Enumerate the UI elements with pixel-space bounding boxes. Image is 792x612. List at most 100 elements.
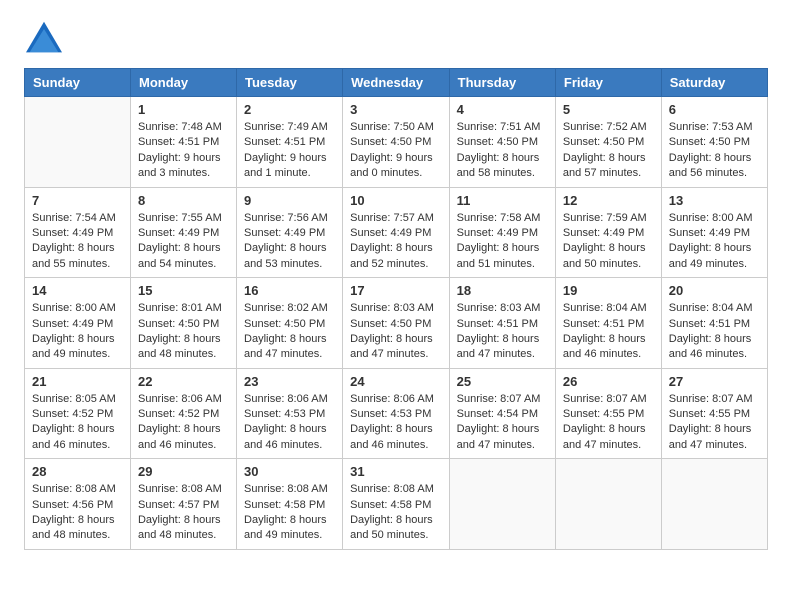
cell-info: Sunrise: 8:04 AMSunset: 4:51 PMDaylight:… [669, 301, 760, 363]
column-header-tuesday: Tuesday [237, 69, 343, 97]
calendar-cell [25, 97, 131, 188]
calendar-cell: 31 Sunrise: 8:08 AMSunset: 4:58 PMDayligh… [343, 459, 450, 550]
calendar-cell: 5 Sunrise: 7:52 AMSunset: 4:50 PMDaylight… [555, 97, 661, 188]
calendar-header-row: SundayMondayTuesdayWednesdayThursdayFrid… [25, 69, 768, 97]
day-number: 8 [138, 193, 229, 208]
calendar-cell [555, 459, 661, 550]
day-number: 21 [32, 374, 123, 389]
day-number: 7 [32, 193, 123, 208]
day-number: 4 [457, 102, 548, 117]
day-number: 10 [350, 193, 442, 208]
day-number: 14 [32, 283, 123, 298]
day-number: 16 [244, 283, 335, 298]
column-header-thursday: Thursday [449, 69, 555, 97]
cell-info: Sunrise: 7:57 AMSunset: 4:49 PMDaylight:… [350, 211, 442, 273]
day-number: 5 [563, 102, 654, 117]
cell-info: Sunrise: 7:59 AMSunset: 4:49 PMDaylight:… [563, 211, 654, 273]
cell-info: Sunrise: 8:04 AMSunset: 4:51 PMDaylight:… [563, 301, 654, 363]
day-number: 18 [457, 283, 548, 298]
column-header-saturday: Saturday [661, 69, 767, 97]
cell-info: Sunrise: 8:02 AMSunset: 4:50 PMDaylight:… [244, 301, 335, 363]
day-number: 28 [32, 464, 123, 479]
cell-info: Sunrise: 8:00 AMSunset: 4:49 PMDaylight:… [669, 211, 760, 273]
column-header-wednesday: Wednesday [343, 69, 450, 97]
calendar-cell [449, 459, 555, 550]
cell-info: Sunrise: 8:07 AMSunset: 4:55 PMDaylight:… [563, 392, 654, 454]
calendar-cell: 1Sunrise: 7:48 AMSunset: 4:51 PMDaylight… [130, 97, 236, 188]
calendar-cell: 24 Sunrise: 8:06 AMSunset: 4:53 PMDayligh… [343, 368, 450, 459]
cell-info: Sunrise: 8:08 AMSunset: 4:58 PMDaylight:… [350, 482, 442, 544]
calendar-cell: 19Sunrise: 8:04 AMSunset: 4:51 PMDayligh… [555, 278, 661, 369]
day-number: 15 [138, 283, 229, 298]
calendar-cell: 20 Sunrise: 8:04 AMSunset: 4:51 PMDayligh… [661, 278, 767, 369]
calendar-cell: 29 Sunrise: 8:08 AMSunset: 4:57 PMDayligh… [130, 459, 236, 550]
page-header [24, 20, 768, 56]
cell-info: Sunrise: 8:07 AMSunset: 4:55 PMDaylight:… [669, 392, 760, 454]
logo-icon [24, 20, 64, 56]
cell-info: Sunrise: 7:48 AMSunset: 4:51 PMDaylight:… [138, 120, 229, 182]
cell-info: Sunrise: 7:54 AMSunset: 4:49 PMDaylight:… [32, 211, 123, 273]
cell-info: Sunrise: 8:08 AMSunset: 4:58 PMDaylight:… [244, 482, 335, 544]
day-number: 24 [350, 374, 442, 389]
calendar-cell: 14 Sunrise: 8:00 AMSunset: 4:49 PMDayligh… [25, 278, 131, 369]
calendar-cell: 7 Sunrise: 7:54 AMSunset: 4:49 PMDaylight… [25, 187, 131, 278]
cell-info: Sunrise: 8:08 AMSunset: 4:57 PMDaylight:… [138, 482, 229, 544]
calendar-cell: 26 Sunrise: 8:07 AMSunset: 4:55 PMDayligh… [555, 368, 661, 459]
cell-info: Sunrise: 8:06 AMSunset: 4:53 PMDaylight:… [350, 392, 442, 454]
cell-info: Sunrise: 8:05 AMSunset: 4:52 PMDaylight:… [32, 392, 123, 454]
calendar-cell: 17 Sunrise: 8:03 AMSunset: 4:50 PMDayligh… [343, 278, 450, 369]
calendar-cell: 15 Sunrise: 8:01 AMSunset: 4:50 PMDayligh… [130, 278, 236, 369]
cell-info: Sunrise: 7:51 AMSunset: 4:50 PMDaylight:… [457, 120, 548, 182]
cell-info: Sunrise: 8:03 AMSunset: 4:51 PMDaylight:… [457, 301, 548, 363]
cell-info: Sunrise: 8:00 AMSunset: 4:49 PMDaylight:… [32, 301, 123, 363]
calendar-cell: 6 Sunrise: 7:53 AMSunset: 4:50 PMDaylight… [661, 97, 767, 188]
cell-info: Sunrise: 8:03 AMSunset: 4:50 PMDaylight:… [350, 301, 442, 363]
calendar-cell: 4 Sunrise: 7:51 AMSunset: 4:50 PMDaylight… [449, 97, 555, 188]
week-row-3: 14 Sunrise: 8:00 AMSunset: 4:49 PMDayligh… [25, 278, 768, 369]
cell-info: Sunrise: 8:07 AMSunset: 4:54 PMDaylight:… [457, 392, 548, 454]
day-number: 26 [563, 374, 654, 389]
calendar-cell: 25 Sunrise: 8:07 AMSunset: 4:54 PMDayligh… [449, 368, 555, 459]
cell-info: Sunrise: 7:53 AMSunset: 4:50 PMDaylight:… [669, 120, 760, 182]
calendar-cell: 13Sunrise: 8:00 AMSunset: 4:49 PMDayligh… [661, 187, 767, 278]
cell-info: Sunrise: 7:58 AMSunset: 4:49 PMDaylight:… [457, 211, 548, 273]
calendar-cell: 22Sunrise: 8:06 AMSunset: 4:52 PMDayligh… [130, 368, 236, 459]
column-header-monday: Monday [130, 69, 236, 97]
calendar-cell: 27 Sunrise: 8:07 AMSunset: 4:55 PMDayligh… [661, 368, 767, 459]
column-header-friday: Friday [555, 69, 661, 97]
calendar-cell [661, 459, 767, 550]
cell-info: Sunrise: 7:52 AMSunset: 4:50 PMDaylight:… [563, 120, 654, 182]
calendar-cell: 9Sunrise: 7:56 AMSunset: 4:49 PMDaylight… [237, 187, 343, 278]
cell-info: Sunrise: 8:06 AMSunset: 4:52 PMDaylight:… [138, 392, 229, 454]
column-header-sunday: Sunday [25, 69, 131, 97]
week-row-4: 21 Sunrise: 8:05 AMSunset: 4:52 PMDayligh… [25, 368, 768, 459]
calendar-cell: 12Sunrise: 7:59 AMSunset: 4:49 PMDayligh… [555, 187, 661, 278]
day-number: 6 [669, 102, 760, 117]
cell-info: Sunrise: 7:50 AMSunset: 4:50 PMDaylight:… [350, 120, 442, 182]
calendar-cell: 23 Sunrise: 8:06 AMSunset: 4:53 PMDayligh… [237, 368, 343, 459]
calendar-cell: 28 Sunrise: 8:08 AMSunset: 4:56 PMDayligh… [25, 459, 131, 550]
day-number: 25 [457, 374, 548, 389]
cell-info: Sunrise: 8:06 AMSunset: 4:53 PMDaylight:… [244, 392, 335, 454]
week-row-5: 28 Sunrise: 8:08 AMSunset: 4:56 PMDayligh… [25, 459, 768, 550]
day-number: 20 [669, 283, 760, 298]
day-number: 29 [138, 464, 229, 479]
day-number: 23 [244, 374, 335, 389]
calendar-cell: 2Sunrise: 7:49 AMSunset: 4:51 PMDaylight… [237, 97, 343, 188]
calendar-cell: 16 Sunrise: 8:02 AMSunset: 4:50 PMDayligh… [237, 278, 343, 369]
calendar-cell: 18 Sunrise: 8:03 AMSunset: 4:51 PMDayligh… [449, 278, 555, 369]
week-row-2: 7 Sunrise: 7:54 AMSunset: 4:49 PMDaylight… [25, 187, 768, 278]
calendar-cell: 8 Sunrise: 7:55 AMSunset: 4:49 PMDaylight… [130, 187, 236, 278]
day-number: 2 [244, 102, 335, 117]
calendar-table: SundayMondayTuesdayWednesdayThursdayFrid… [24, 68, 768, 550]
day-number: 30 [244, 464, 335, 479]
cell-info: Sunrise: 7:56 AMSunset: 4:49 PMDaylight:… [244, 211, 335, 273]
day-number: 3 [350, 102, 442, 117]
day-number: 27 [669, 374, 760, 389]
cell-info: Sunrise: 8:08 AMSunset: 4:56 PMDaylight:… [32, 482, 123, 544]
cell-info: Sunrise: 8:01 AMSunset: 4:50 PMDaylight:… [138, 301, 229, 363]
cell-info: Sunrise: 7:55 AMSunset: 4:49 PMDaylight:… [138, 211, 229, 273]
day-number: 17 [350, 283, 442, 298]
week-row-1: 1Sunrise: 7:48 AMSunset: 4:51 PMDaylight… [25, 97, 768, 188]
day-number: 31 [350, 464, 442, 479]
